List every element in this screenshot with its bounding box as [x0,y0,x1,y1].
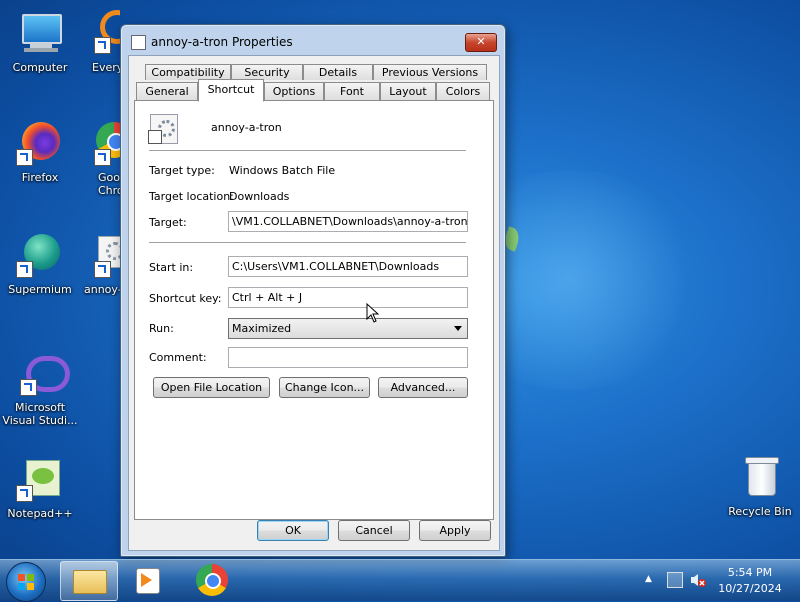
desktop-icon-label: Goo Chro [98,171,120,197]
tab-security[interactable]: Security [231,64,303,80]
desktop-icon-label: Every [92,61,120,74]
desktop-icon-label: annoy- [84,283,120,296]
batch-file-icon [80,232,120,280]
desktop-icon-notepad-plus-plus[interactable]: Notepad++ [2,456,78,520]
chevron-down-icon [454,326,462,331]
open-file-location-button[interactable]: Open File Location [153,377,270,398]
taskbar-file-explorer[interactable] [60,561,118,601]
desktop-icon-google-chrome[interactable]: Goo Chro [80,120,120,197]
close-button[interactable]: ✕ [465,33,497,52]
target-type-label: Target type: [149,164,215,177]
start-in-field[interactable]: C:\Users\VM1.COLLABNET\Downloads [228,256,468,277]
shortcut-arrow-icon [94,149,111,166]
taskbar: ▲ 5:54 PM 10/27/2024 [0,559,800,602]
firefox-icon [16,120,64,168]
dialog-titlebar[interactable]: annoy-a-tron Properties ✕ [121,25,505,55]
tab-compatibility[interactable]: Compatibility [145,64,231,80]
tab-previous-versions[interactable]: Previous Versions [373,64,487,80]
taskbar-media-player[interactable] [120,561,176,599]
recycle-bin-icon [736,454,784,502]
chrome-icon-center [205,573,221,589]
desktop-icon-computer[interactable]: Computer [2,10,78,74]
target-location-value: Downloads [229,190,290,203]
notepad-plus-plus-icon [16,456,64,504]
ok-button[interactable]: OK [257,520,329,541]
comment-field[interactable] [228,347,468,368]
everything-icon [80,10,120,58]
target-location-label: Target location: [149,190,234,203]
run-select[interactable]: Maximized [228,318,468,339]
supermium-icon [16,232,64,280]
desktop-icon-label: Microsoft Visual Studi... [2,401,78,427]
start-button[interactable] [6,562,46,602]
shortcut-arrow-icon [16,149,33,166]
folder-icon [73,570,107,594]
start-in-label: Start in: [149,261,194,274]
desktop-icon-label: Recycle Bin [728,505,792,518]
clock-time[interactable]: 5:54 PM [710,566,790,579]
dialog-title: annoy-a-tron Properties [151,35,293,49]
target-label: Target: [149,216,187,229]
taskbar-chrome[interactable] [184,561,240,599]
change-icon-button[interactable]: Change Icon... [279,377,370,398]
shortcut-key-label: Shortcut key: [149,292,222,305]
shortcut-arrow-icon [20,379,37,396]
shortcut-arrow-icon [94,37,111,54]
desktop-icon-visual-studio[interactable]: Microsoft Visual Studi... [0,350,80,427]
network-icon[interactable] [667,572,683,588]
shortcut-tab-page [134,100,494,520]
tab-font[interactable]: Font [324,82,380,100]
desktop-icon-supermium[interactable]: Supermium [2,232,78,296]
tab-shortcut[interactable]: Shortcut [198,79,264,102]
desktop-icon-firefox[interactable]: Firefox [2,120,78,184]
visual-studio-icon [16,350,70,398]
shortcut-arrow-icon [16,261,33,278]
tray-chevron-icon[interactable]: ▲ [645,574,652,584]
tab-general[interactable]: General [136,82,198,100]
clock-date[interactable]: 10/27/2024 [710,582,790,595]
target-field[interactable]: \VM1.COLLABNET\Downloads\annoy-a-tron.ba… [228,211,468,232]
desktop-icon-annoy[interactable]: annoy- [80,232,120,296]
desktop-icon-label: Supermium [8,283,72,296]
shortcut-large-icon [148,114,178,144]
desktop-icon-label: Computer [12,61,68,74]
cancel-button[interactable]: Cancel [338,520,410,541]
desktop-icon-recycle-bin[interactable]: Recycle Bin [722,454,798,518]
shortcut-key-field[interactable]: Ctrl + Alt + J [228,287,468,308]
shortcut-arrow-icon [94,261,111,278]
tab-options[interactable]: Options [264,82,324,100]
computer-icon [16,10,64,58]
windows-logo-icon [18,574,34,590]
chrome-icon [80,120,120,168]
comment-label: Comment: [149,351,207,364]
separator [149,242,466,244]
advanced-button[interactable]: Advanced... [378,377,468,398]
mouse-cursor-icon [366,303,380,323]
desktop-icon-label: Notepad++ [7,507,73,520]
shortcut-file-icon [131,35,146,50]
shortcut-arrow-icon [16,485,33,502]
tab-colors[interactable]: Colors [436,82,490,100]
volume-muted-icon[interactable] [690,572,706,588]
shortcut-name: annoy-a-tron [211,121,282,134]
tab-layout[interactable]: Layout [380,82,436,100]
tab-details[interactable]: Details [303,64,373,80]
separator [149,150,466,152]
desktop-icon-label: Firefox [21,171,59,184]
run-select-value: Maximized [232,322,292,335]
apply-button[interactable]: Apply [419,520,491,541]
play-icon [141,573,152,587]
target-type-value: Windows Batch File [229,164,336,177]
run-label: Run: [149,322,174,335]
desktop-icon-everything[interactable]: Every [80,10,120,74]
